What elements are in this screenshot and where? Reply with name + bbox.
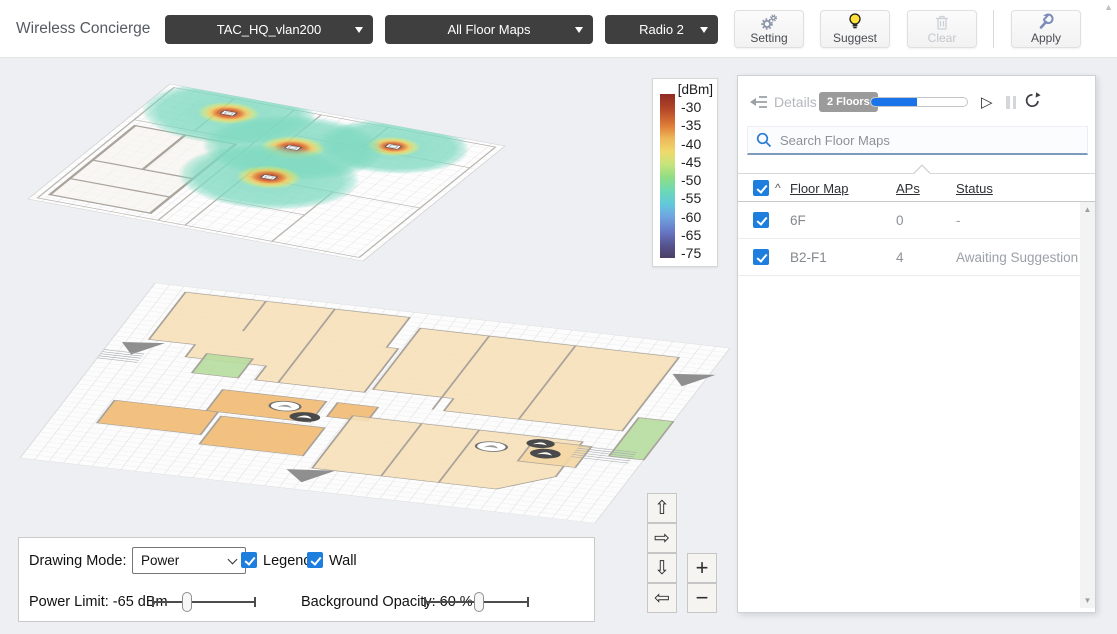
pan-left-icon: ⇦ <box>654 587 670 610</box>
bg-opacity-thumb[interactable] <box>474 592 484 612</box>
legend-title: [dBm] <box>678 82 713 97</box>
column-floor-map[interactable]: Floor Map <box>790 181 849 196</box>
panel-header: Details 2 Floors ▷ <box>738 76 1095 126</box>
wrench-icon <box>1038 13 1055 30</box>
row-checkbox[interactable] <box>753 249 769 265</box>
collapse-arrow-icon <box>749 95 768 109</box>
chevron-down-icon <box>228 555 238 565</box>
pan-up-button[interactable]: ⇧ <box>647 493 677 523</box>
setting-label: Setting <box>750 31 787 45</box>
legend-ticks: -30 -35 -40 -45 -50 -55 -60 -65 -75 <box>681 98 701 263</box>
map-canvas[interactable]: [dBm] -30 -35 -40 -45 -50 -55 -60 -65 -7… <box>0 58 1117 634</box>
clear-label: Clear <box>928 31 957 45</box>
progress-fill <box>871 98 917 106</box>
zoom-out-icon: − <box>696 585 709 611</box>
zoom-in-button[interactable]: + <box>687 553 717 583</box>
table-header: ^ Floor Map APs Status <box>738 173 1095 202</box>
drawing-mode-value: Power <box>141 553 179 568</box>
network-dropdown[interactable]: TAC_HQ_vlan200 <box>165 15 373 44</box>
floor-maps-dropdown-value: All Floor Maps <box>447 22 530 37</box>
scroll-up-icon[interactable]: ▲ <box>1080 205 1095 214</box>
table-row[interactable]: B2-F1 4 Awaiting Suggestion <box>738 239 1081 276</box>
floors-count-badge: 2 Floors <box>819 92 878 112</box>
status-cell: Awaiting Suggestion <box>956 250 1078 265</box>
pan-up-icon: ⇧ <box>654 497 670 520</box>
table-row[interactable]: 6F 0 - <box>738 202 1081 239</box>
floor-maps-panel: Details 2 Floors ▷ ^ Floor Map <box>737 75 1096 613</box>
wall-checkbox-label: Wall <box>329 553 357 569</box>
pan-right-button[interactable]: ⇨ <box>647 523 677 553</box>
dbm-legend: [dBm] -30 -35 -40 -45 -50 -55 -60 -65 -7… <box>652 78 718 267</box>
details-label: Details <box>774 94 817 110</box>
pan-left-button[interactable]: ⇦ <box>647 583 677 613</box>
power-limit-slider[interactable] <box>152 592 256 612</box>
drawing-mode-label: Drawing Mode: <box>29 553 127 569</box>
column-aps[interactable]: APs <box>896 181 920 196</box>
row-checkbox[interactable] <box>753 212 769 228</box>
floor-map-cell: B2-F1 <box>790 250 827 265</box>
search-input[interactable] <box>780 133 1060 148</box>
lightbulb-icon <box>848 13 862 30</box>
power-limit-label: Power Limit: -65 dBm <box>29 594 168 610</box>
sort-ascending-icon[interactable]: ^ <box>775 181 781 195</box>
list-scrollbar[interactable]: ▲ ▼ <box>1080 202 1095 608</box>
column-status[interactable]: Status <box>956 181 993 196</box>
dropdown-caret-icon <box>575 27 583 33</box>
search-icon <box>756 132 772 148</box>
page-scroll-up-icon[interactable]: ▲ <box>1104 2 1113 12</box>
radio-dropdown-value: Radio 2 <box>639 22 684 37</box>
toolbar: Wireless Concierge TAC_HQ_vlan200 All Fl… <box>0 0 1117 58</box>
dropdown-caret-icon <box>700 27 708 33</box>
zoom-in-icon: + <box>696 555 709 581</box>
refresh-icon[interactable] <box>1024 92 1041 109</box>
map-controls-panel: Drawing Mode: Power Legend Wall Power Li… <box>18 537 595 622</box>
network-dropdown-value: TAC_HQ_vlan200 <box>217 22 322 37</box>
pan-down-button[interactable]: ⇩ <box>647 553 677 583</box>
playback-progress-slider[interactable] <box>870 97 968 107</box>
search-box[interactable] <box>747 126 1088 155</box>
suggest-label: Suggest <box>833 31 877 45</box>
zoom-out-button[interactable]: − <box>687 583 717 613</box>
wall-checkbox[interactable] <box>307 552 323 568</box>
aps-cell: 4 <box>896 250 904 265</box>
legend-gradient-bar <box>660 94 675 258</box>
setting-button[interactable]: Setting <box>734 10 804 48</box>
dropdown-caret-icon <box>355 27 363 33</box>
pause-icon[interactable] <box>1006 96 1016 109</box>
floor-map-cell: 6F <box>790 213 806 228</box>
scroll-down-icon[interactable]: ▼ <box>1080 596 1095 605</box>
toolbar-divider <box>993 10 994 48</box>
clear-button[interactable]: Clear <box>907 10 977 48</box>
apply-label: Apply <box>1031 31 1061 45</box>
drawing-mode-select[interactable]: Power <box>132 547 246 574</box>
select-all-checkbox[interactable] <box>753 180 769 196</box>
app-title: Wireless Concierge <box>16 20 150 38</box>
apply-button[interactable]: Apply <box>1011 10 1081 48</box>
floor-map-heatmap[interactable] <box>25 71 521 261</box>
power-limit-thumb[interactable] <box>182 592 192 612</box>
play-icon[interactable]: ▷ <box>981 93 993 111</box>
suggest-button[interactable]: Suggest <box>820 10 890 48</box>
radio-dropdown[interactable]: Radio 2 <box>605 15 718 44</box>
trash-icon <box>935 14 949 30</box>
pan-down-icon: ⇩ <box>654 557 670 580</box>
floor-map-plan[interactable] <box>20 283 736 524</box>
legend-checkbox[interactable] <box>241 552 257 568</box>
bg-opacity-slider[interactable] <box>424 592 529 612</box>
aps-cell: 0 <box>896 213 904 228</box>
gear-icon <box>759 14 779 30</box>
details-button[interactable]: Details <box>749 94 817 110</box>
pan-right-icon: ⇨ <box>654 527 670 550</box>
floor-maps-dropdown[interactable]: All Floor Maps <box>385 15 593 44</box>
legend-checkbox-label: Legend <box>263 553 311 569</box>
status-cell: - <box>956 213 961 228</box>
